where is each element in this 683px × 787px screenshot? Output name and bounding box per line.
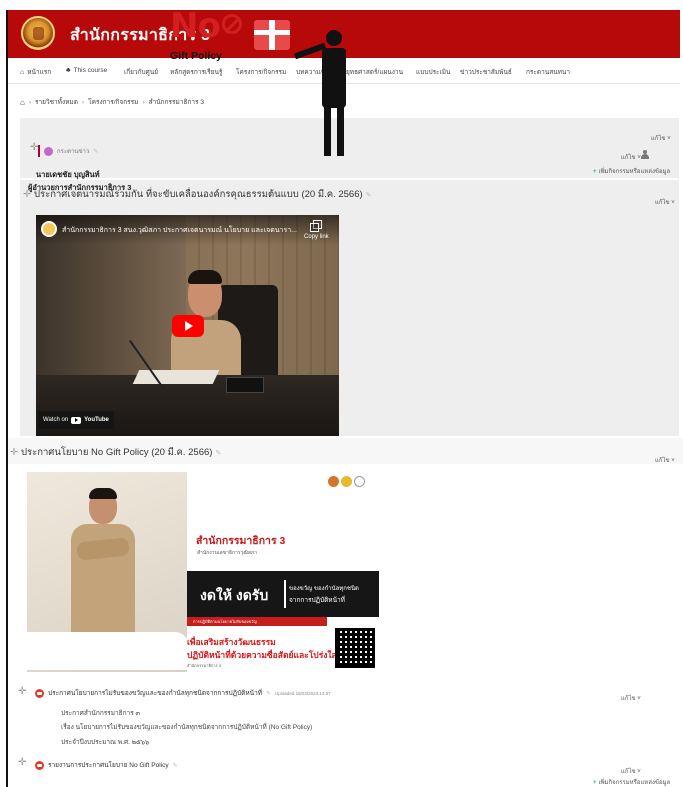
- home-icon: ⌂: [20, 69, 25, 76]
- poster-person-name: นายเดชชัย บุญสินท์: [36, 170, 100, 179]
- poster-give-line2: จากการปฏิบัติหน้าที่: [289, 597, 345, 604]
- move-icon[interactable]: ✛: [18, 686, 26, 697]
- video-tablet: [226, 377, 264, 393]
- poster-no-text: No: [170, 6, 221, 46]
- poster-person-role: ผู้อำนวยการสำนักกรรมาธิการ 3: [28, 183, 132, 192]
- edit-title-icon[interactable]: ✎: [173, 762, 178, 769]
- activity-edit-menu[interactable]: แก้ไข ˅: [621, 693, 641, 703]
- copy-link-icon[interactable]: [310, 220, 322, 232]
- nav-item-home[interactable]: ⌂ หน้าแรก: [20, 67, 51, 77]
- emblem-icon: [328, 476, 339, 487]
- activity-file-policy[interactable]: ประกาศนโยบายการไม่รับของขวัญและของกำนัลท…: [35, 688, 331, 698]
- activity-description-line: ประจำปีงบประมาณ พ.ศ. ๒๕๖๖: [61, 739, 150, 746]
- edit-title-icon[interactable]: ✎: [266, 690, 271, 697]
- play-button[interactable]: [172, 315, 204, 337]
- qr-code: [335, 628, 375, 668]
- youtube-embed[interactable]: สำนักกรรมาธิการ 3 สนง.วุฒิสภา ประกาศเจตน…: [36, 215, 339, 436]
- breadcrumb-projects[interactable]: โครงการ/กิจกรรม: [88, 97, 138, 107]
- prohibited-icon: [222, 14, 242, 34]
- poster-slogan-1: เพื่อเสริมสร้างวัฒนธรรม: [187, 637, 276, 647]
- nav-item-projects[interactable]: โครงการ/กิจกรรม: [236, 67, 286, 77]
- poster-office: สำนักกรรมาธิการ 3: [196, 535, 286, 547]
- plus-icon: +: [593, 169, 597, 175]
- add-activity-link[interactable]: + เพิ่มกิจกรรมหรือแหล่งข้อมูล: [593, 166, 670, 176]
- poster-person: [67, 488, 137, 650]
- poster-footer: สำนักกรรมาธิการ 3: [187, 663, 222, 668]
- stop-hand-figure: [293, 20, 370, 160]
- section-edit-menu[interactable]: แก้ไข ˅: [655, 197, 675, 207]
- nav-item-about[interactable]: เกี่ยวกับศูนย์: [124, 67, 158, 77]
- edit-title-icon[interactable]: ✎: [93, 148, 98, 155]
- forum-link[interactable]: กระดานข่าว: [57, 146, 89, 156]
- activity-description-line: เรื่อง นโยบายการไม่รับของขวัญและของกำนัล…: [61, 724, 313, 731]
- section-title: ✛ ประกาศนโยบาย No Gift Policy (20 มี.ค. 2…: [10, 447, 222, 458]
- move-icon[interactable]: ✛: [10, 447, 18, 458]
- activity-indent-bar: [38, 145, 40, 157]
- poster-give-line1: ของขวัญ ของกำนัลทุกชนิด: [289, 586, 359, 592]
- watch-on-youtube-button[interactable]: Watch on YouTube: [38, 411, 114, 429]
- section-edit-menu[interactable]: แก้ไข ˅: [651, 133, 671, 143]
- poster-give-receive: งดให้ งดรับ: [200, 587, 269, 603]
- breadcrumb-current[interactable]: สำนักกรรมาธิการ 3: [149, 97, 204, 107]
- poster-tiny-text: การปฏิบัติตามนโยบายไม่รับของขวัญ: [193, 619, 257, 624]
- activity-edit-menu[interactable]: แก้ไข ˅: [621, 152, 641, 162]
- youtube-icon: [71, 416, 82, 424]
- emblem-icon: [341, 476, 352, 487]
- breadcrumb-all-courses[interactable]: รายวิชาทั้งหมด: [35, 97, 78, 107]
- video-title[interactable]: สำนักกรรมาธิการ 3 สนง.วุฒิสภา ประกาศเจตน…: [62, 225, 302, 236]
- home-icon[interactable]: ⌂: [20, 98, 25, 107]
- channel-avatar[interactable]: [41, 221, 57, 237]
- forum-icon: [44, 146, 53, 156]
- chevron-right-icon: ›: [142, 98, 145, 106]
- poster-gift-policy: Gift Policy: [170, 50, 222, 62]
- emblem-icon: [354, 476, 365, 487]
- pdf-icon: [35, 688, 44, 698]
- activity-file-report[interactable]: รายงานการประกาศนโยบาย No Gift Policy ✎: [35, 760, 178, 770]
- nav-item-evaluation[interactable]: แบบประเมิน: [416, 67, 451, 77]
- poster-name-card: [27, 632, 189, 670]
- activity-edit-menu[interactable]: แก้ไข ˅: [621, 766, 641, 776]
- add-activity-link[interactable]: + เพิ่มกิจกรรมหรือแหล่งข้อมูล: [593, 777, 670, 787]
- edit-title-icon[interactable]: ✎: [366, 192, 372, 199]
- gift-box-icon: [254, 20, 290, 50]
- upload-meta: Uploaded 16/03/2023 13:37: [275, 690, 331, 696]
- pdf-icon: [35, 760, 44, 770]
- poster-emblems: [328, 476, 365, 487]
- senate-logo[interactable]: [21, 16, 55, 50]
- activity-link[interactable]: ประกาศนโยบายการไม่รับของขวัญและของกำนัลท…: [48, 688, 262, 698]
- breadcrumb: ⌂ › รายวิชาทั้งหมด › โครงการ/กิจกรรม › ส…: [20, 95, 204, 109]
- user-icon[interactable]: [641, 150, 649, 159]
- edit-title-icon[interactable]: ✎: [215, 450, 221, 457]
- video-paper: [132, 370, 220, 384]
- plus-icon: +: [593, 780, 597, 786]
- poster-subtitle: สำนักงานเลขาธิการวุฒิสภา: [197, 550, 258, 556]
- poster-slogan-2: ปฏิบัติหน้าที่ด้วยความซื่อสัตย์และโปร่งใ…: [187, 650, 337, 660]
- activity-description-line: ประกาศสำนักกรรมาธิการ ๓: [61, 710, 140, 717]
- nav-item-curriculum[interactable]: หลักสูตรการเรียนรู้: [170, 67, 222, 77]
- activity-link[interactable]: รายงานการประกาศนโยบาย No Gift Policy: [48, 760, 169, 770]
- copy-link-label[interactable]: Copy link: [304, 234, 329, 240]
- section-edit-menu[interactable]: แก้ไข ˅: [655, 455, 675, 465]
- move-icon[interactable]: ✛: [18, 757, 26, 768]
- video-person-hair: [188, 270, 222, 284]
- nav-item-news[interactable]: ข่าวประชาสัมพันธ์: [460, 67, 512, 77]
- nav-item-forum[interactable]: กระดานสนทนา: [526, 67, 570, 77]
- chevron-right-icon: ›: [28, 98, 32, 106]
- chevron-right-icon: ›: [81, 98, 85, 106]
- poster-divider: [284, 580, 286, 608]
- nav-item-this-course[interactable]: ♣ This course: [66, 67, 107, 74]
- sitemap-icon: ♣: [66, 67, 71, 74]
